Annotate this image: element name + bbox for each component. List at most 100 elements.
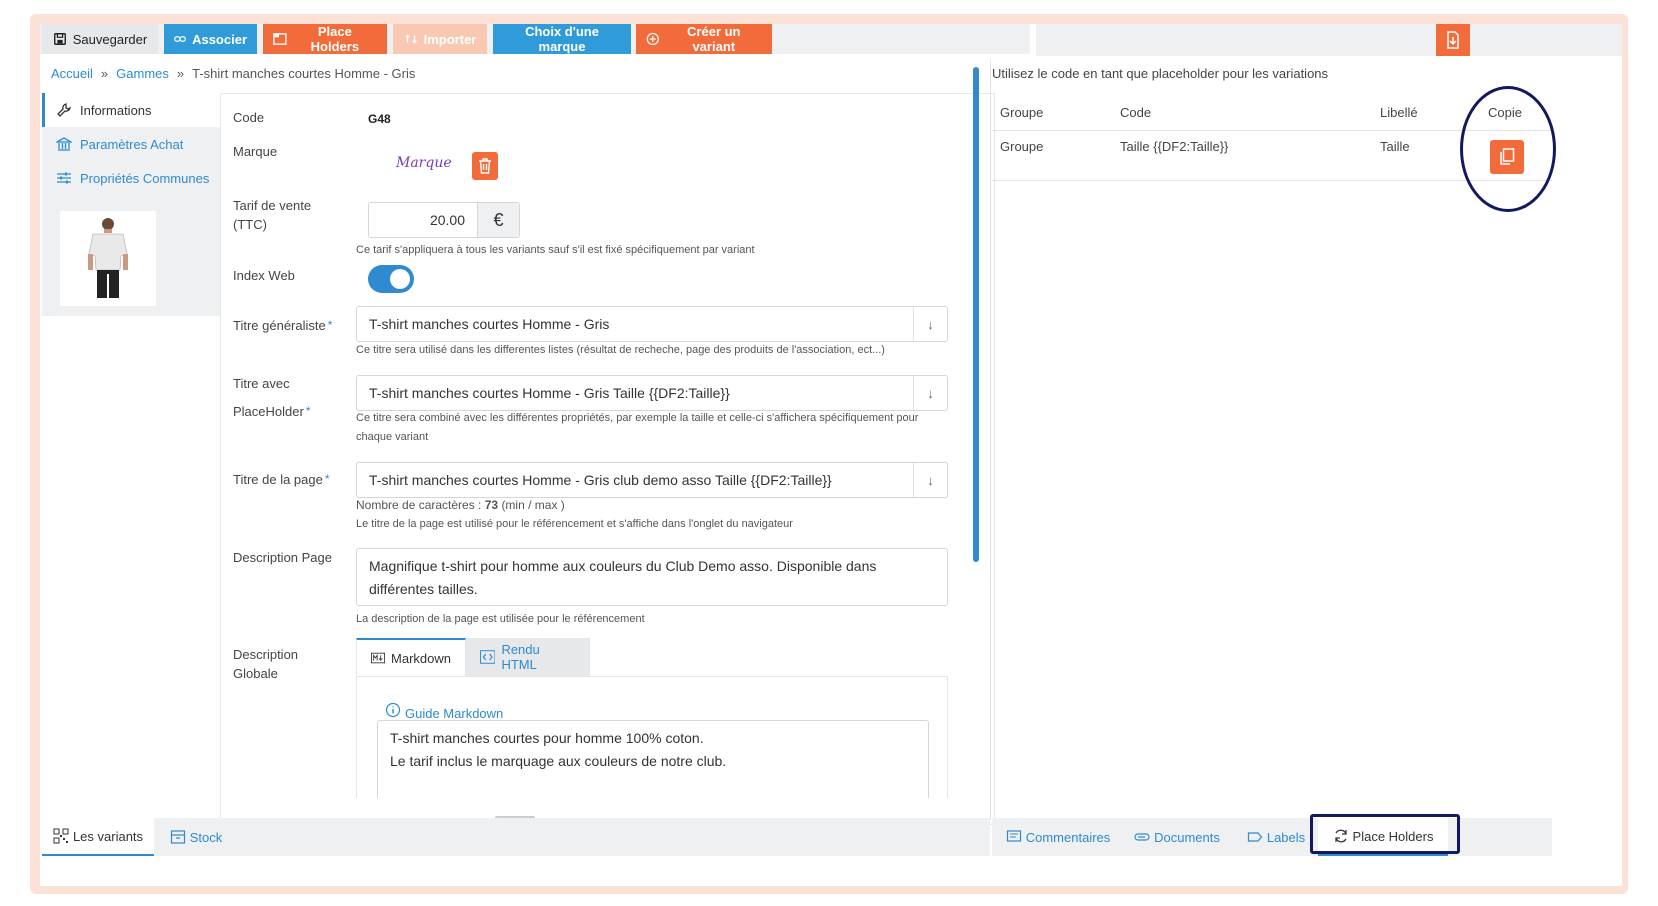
tab-markdown-label: Markdown <box>391 650 451 666</box>
breadcrumb-current: T-shirt manches courtes Homme - Gris <box>192 66 416 81</box>
breadcrumb-ranges[interactable]: Gammes <box>116 66 169 81</box>
comment-icon <box>1006 830 1021 842</box>
index-web-toggle[interactable] <box>368 265 414 293</box>
nav-item-label: Paramètres Achat <box>80 136 184 152</box>
markdown-textarea[interactable]: T-shirt manches courtes pour homme 100% … <box>377 720 929 798</box>
page-title-help: Le titre de la page est utilisé pour le … <box>356 518 793 530</box>
breadcrumb-home[interactable]: Accueil <box>51 66 93 81</box>
tab-markdown[interactable]: Markdown <box>356 638 466 676</box>
title-general-value: T-shirt manches courtes Homme - Gris <box>369 316 610 332</box>
column-header-libelle: Libellé <box>1380 105 1418 120</box>
markdown-guide-link[interactable]: Guide Markdown <box>385 698 503 721</box>
associate-button[interactable]: Associer <box>164 24 257 54</box>
paperclip-icon <box>1134 833 1150 841</box>
title-general-input[interactable]: T-shirt manches courtes Homme - Gris ↓ <box>356 306 948 342</box>
product-thumbnail[interactable] <box>60 211 156 306</box>
column-header-groupe: Groupe <box>1000 105 1044 120</box>
price-input[interactable]: 20.00 € <box>368 202 520 238</box>
brand-logo: Marque <box>396 155 452 171</box>
tab-stock-label: Stock <box>189 829 223 845</box>
column-header-code: Code <box>1120 105 1152 120</box>
placeholders-label: Place Holders <box>310 24 360 54</box>
placeholder-hint: Utilisez le code en tant que placeholder… <box>992 66 1329 81</box>
title-general-label: Titre généraliste * <box>233 316 332 335</box>
title-general-label-text: Titre généraliste <box>233 318 326 333</box>
tab-html-render[interactable]: Rendu HTML <box>466 638 590 676</box>
vertical-scrollbar[interactable] <box>973 67 979 562</box>
plus-circle-icon <box>646 32 659 46</box>
char-count-value: 73 <box>484 498 499 512</box>
tab-html-label: Rendu HTML <box>501 642 540 672</box>
breadcrumb: Accueil » Gammes » T-shirt manches court… <box>51 66 415 81</box>
nav-item-label: Informations <box>80 102 152 118</box>
price-label: Tarif de vente (TTC) <box>233 198 312 232</box>
title-ph-label-line2: PlaceHolder * <box>233 402 311 421</box>
char-count: Nombre de caractères : 73 (min / max ) <box>356 496 565 515</box>
desc-global-label-line1: Description <box>233 647 299 662</box>
title-ph-label-text: PlaceHolder <box>233 404 304 419</box>
right-toolbar <box>1036 24 1622 56</box>
nav-item-purchase-settings[interactable]: Paramètres Achat <box>42 127 220 161</box>
tab-comments[interactable]: Commentaires <box>1004 818 1112 856</box>
nav-item-informations[interactable]: Informations <box>42 93 220 127</box>
nav-item-common-properties[interactable]: Propriétés Communes <box>42 161 220 195</box>
tab-variants[interactable]: Les variants <box>42 818 154 856</box>
annotation-highlight-box <box>1310 814 1460 854</box>
page-title-value: T-shirt manches courtes Homme - Gris clu… <box>369 472 832 488</box>
tab-labels[interactable]: Labels <box>1246 818 1306 856</box>
link-icon <box>174 36 186 42</box>
delete-brand-button[interactable] <box>472 152 498 180</box>
title-ph-input[interactable]: T-shirt manches courtes Homme - Gris Tai… <box>356 375 948 411</box>
arrow-down-icon[interactable]: ↓ <box>913 463 947 497</box>
title-ph-value: T-shirt manches courtes Homme - Gris Tai… <box>369 385 730 401</box>
tab-labels-label: Labels <box>1266 829 1306 845</box>
tab-variants-label: Les variants <box>72 828 144 844</box>
page-title-label: Titre de la page * <box>233 470 330 489</box>
tab-documents[interactable]: Documents <box>1132 818 1222 856</box>
export-button[interactable] <box>1436 24 1470 56</box>
info-icon <box>385 702 401 717</box>
tab-documents-label: Documents <box>1154 829 1220 845</box>
code-icon <box>480 650 496 664</box>
choose-brand-button[interactable]: Choix d'une marque <box>493 24 631 54</box>
box-icon <box>170 830 185 844</box>
code-label: Code <box>233 110 265 125</box>
tshirt-model-image <box>88 217 128 298</box>
price-value: 20.00 <box>429 212 465 228</box>
tab-comments-label: Commentaires <box>1025 829 1111 845</box>
index-web-label: Index Web <box>233 268 295 283</box>
choose-brand-label: Choix d'une marque <box>525 24 599 54</box>
wrench-icon <box>57 103 71 117</box>
price-help: Ce tarif s'appliquera à tous les variant… <box>356 244 755 256</box>
arrow-down-icon[interactable]: ↓ <box>913 376 947 410</box>
sliders-icon <box>57 172 71 184</box>
floppy-icon <box>53 33 66 45</box>
page-title-input[interactable]: T-shirt manches courtes Homme - Gris clu… <box>356 462 948 498</box>
save-label: Sauvegarder <box>72 31 148 47</box>
markdown-icon <box>371 652 386 664</box>
placeholders-button[interactable]: Place Holders <box>263 24 387 54</box>
import-button[interactable]: Importer <box>393 24 487 54</box>
trash-icon <box>479 158 491 174</box>
arrow-down-icon[interactable]: ↓ <box>913 307 947 341</box>
desc-page-textarea[interactable]: Magnifique t-shirt pour homme aux couleu… <box>356 548 948 606</box>
save-button[interactable]: Sauvegarder <box>42 24 158 54</box>
char-count-prefix: Nombre de caractères : <box>356 498 482 512</box>
desc-page-help: La description de la page est utilisée p… <box>356 613 645 625</box>
import-label: Importer <box>423 31 477 47</box>
create-variant-button[interactable]: Créer un variant <box>636 24 772 54</box>
breadcrumb-separator: » <box>176 66 185 81</box>
required-marker: * <box>327 318 333 332</box>
required-marker: * <box>305 404 311 418</box>
file-export-icon <box>1447 31 1459 49</box>
window-icon <box>273 33 287 45</box>
title-general-help: Ce titre sera utilisé dans les different… <box>356 344 885 356</box>
tab-stock[interactable]: Stock <box>160 818 232 856</box>
cell-libelle: Taille <box>1380 139 1410 154</box>
char-count-suffix: (min / max ) <box>501 498 565 512</box>
create-variant-label: Créer un variant <box>687 24 741 54</box>
title-ph-label-line1: Titre avec <box>233 376 290 391</box>
panel-divider <box>990 60 991 820</box>
bank-icon <box>56 137 72 151</box>
cell-code: Taille {{DF2:Taille}} <box>1120 139 1229 154</box>
